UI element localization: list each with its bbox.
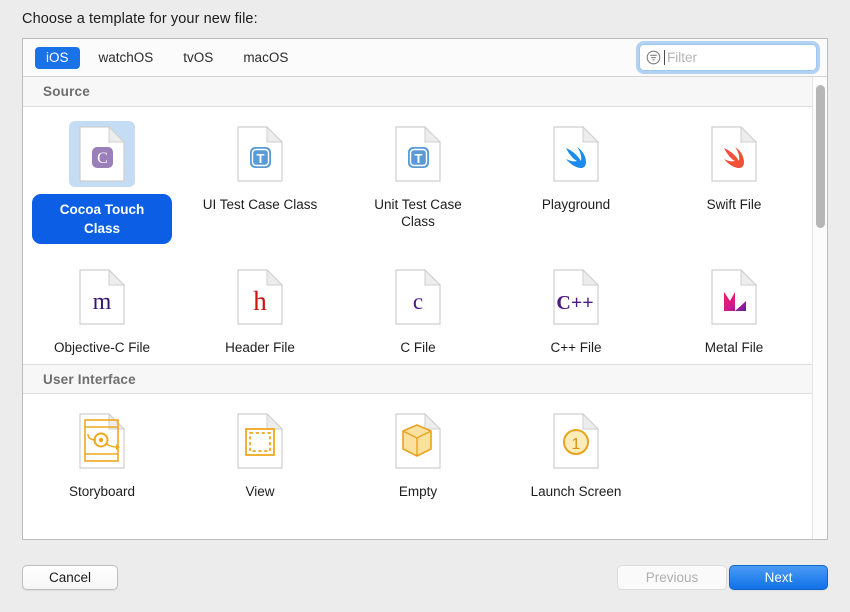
template-item-objective-c-file[interactable]: m Objective-C File xyxy=(23,250,181,364)
template-item-label: Objective-C File xyxy=(53,340,151,355)
template-item-label: Metal File xyxy=(704,340,764,355)
template-item-ui-test-case-class[interactable]: T UI Test Case Class xyxy=(181,107,339,250)
vertical-scrollbar[interactable] xyxy=(812,77,827,539)
template-item-label: Header File xyxy=(225,340,295,355)
template-item-label: Cocoa Touch Class xyxy=(32,194,172,244)
template-item-label: View xyxy=(245,484,275,499)
previous-button[interactable]: Previous xyxy=(617,565,727,590)
filter-field[interactable]: Filter xyxy=(639,44,817,71)
svg-text:h: h xyxy=(253,286,267,316)
text-cursor xyxy=(664,50,665,65)
template-item-cpp-file[interactable]: C++ C++ File xyxy=(497,250,655,364)
new-file-template-dialog: Choose a template for your new file: iOS… xyxy=(0,0,850,612)
metal-file-icon xyxy=(701,264,767,330)
empty-cube-icon xyxy=(385,408,451,474)
template-item-view[interactable]: View xyxy=(181,394,339,508)
scrollbar-thumb[interactable] xyxy=(816,85,825,228)
objective-c-file-icon: m xyxy=(69,264,135,330)
page-title: Choose a template for your new file: xyxy=(22,11,258,27)
playground-swift-icon xyxy=(543,121,609,187)
cancel-button[interactable]: Cancel xyxy=(22,565,118,590)
template-item-label: Launch Screen xyxy=(530,484,622,499)
tab-ios[interactable]: iOS xyxy=(35,46,80,69)
filter-funnel-icon xyxy=(646,50,661,65)
template-item-unit-test-case-class[interactable]: T Unit Test Case Class xyxy=(339,107,497,250)
header-file-icon: h xyxy=(227,264,293,330)
platform-tabbar: iOS watchOS tvOS macOS Filter xyxy=(23,39,827,77)
svg-text:C++: C++ xyxy=(556,292,593,314)
template-item-label: Empty xyxy=(398,484,438,499)
tab-watchos[interactable]: watchOS xyxy=(88,47,165,69)
svg-text:c: c xyxy=(413,289,423,314)
template-item-label: Swift File xyxy=(706,197,762,212)
swift-file-icon xyxy=(701,121,767,187)
cocoa-touch-class-icon: C xyxy=(69,121,135,187)
next-button[interactable]: Next xyxy=(729,565,828,590)
source-template-grid: C Cocoa Touch Class T UI Test Case Class… xyxy=(23,107,827,364)
svg-text:C: C xyxy=(97,150,108,167)
template-item-cocoa-touch-class[interactable]: C Cocoa Touch Class xyxy=(23,107,181,250)
section-header-user-interface: User Interface xyxy=(23,364,827,394)
template-item-label: C++ File xyxy=(550,340,602,355)
ui-test-case-class-icon: T xyxy=(227,121,293,187)
tab-tvos[interactable]: tvOS xyxy=(172,47,224,69)
template-browser-panel: iOS watchOS tvOS macOS Filter Source C C… xyxy=(22,38,828,540)
template-item-label: Playground xyxy=(541,197,611,212)
cpp-file-icon: C++ xyxy=(543,264,609,330)
template-item-playground[interactable]: Playground xyxy=(497,107,655,250)
launch-screen-icon: 1 xyxy=(543,408,609,474)
template-item-label: Storyboard xyxy=(68,484,136,499)
template-item-empty[interactable]: Empty xyxy=(339,394,497,508)
view-icon xyxy=(227,408,293,474)
c-file-icon: c xyxy=(385,264,451,330)
template-item-metal-file[interactable]: Metal File xyxy=(655,250,813,364)
svg-text:1: 1 xyxy=(572,436,581,453)
template-item-label: Unit Test Case Class xyxy=(374,197,462,229)
template-item-label: C File xyxy=(400,340,436,355)
svg-text:T: T xyxy=(415,151,423,166)
section-header-source: Source xyxy=(23,77,827,107)
template-item-c-file[interactable]: c C File xyxy=(339,250,497,364)
template-item-launch-screen[interactable]: 1 Launch Screen xyxy=(497,394,655,508)
filter-input[interactable]: Filter xyxy=(667,51,697,65)
tab-macos[interactable]: macOS xyxy=(232,47,299,69)
template-list-scroll-area[interactable]: Source C Cocoa Touch Class T UI Test Cas… xyxy=(23,77,827,539)
template-item-label: UI Test Case Class xyxy=(202,197,318,212)
user-interface-template-grid: Storyboard View Empty 1 Launch Screen xyxy=(23,394,827,508)
svg-text:m: m xyxy=(93,289,112,315)
template-item-storyboard[interactable]: Storyboard xyxy=(23,394,181,508)
unit-test-case-class-icon: T xyxy=(385,121,451,187)
template-item-header-file[interactable]: h Header File xyxy=(181,250,339,364)
template-item-swift-file[interactable]: Swift File xyxy=(655,107,813,250)
svg-text:T: T xyxy=(257,151,265,166)
storyboard-icon xyxy=(69,408,135,474)
